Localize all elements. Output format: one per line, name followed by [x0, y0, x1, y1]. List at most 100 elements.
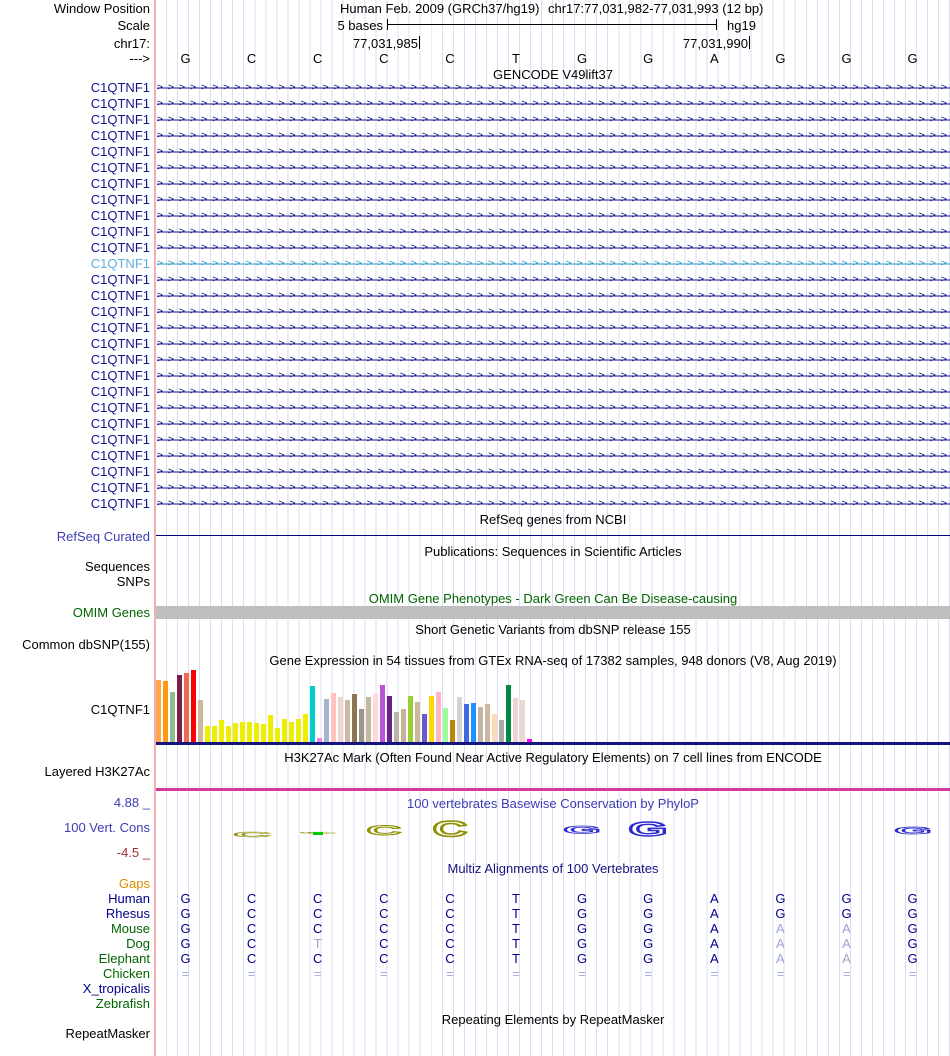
reference-base: G — [907, 51, 918, 66]
phylop-label[interactable]: 100 Vert. Cons — [0, 820, 150, 835]
reference-base: C — [312, 51, 323, 66]
gene-row[interactable]: C1QTNF1 >>>>>>>>>>>>>>>>>>>>>>>>>>>>>>>>>… — [0, 416, 950, 432]
gene-row[interactable]: C1QTNF1 >>>>>>>>>>>>>>>>>>>>>>>>>>>>>>>>>… — [0, 144, 950, 160]
gene-strand-line[interactable]: >>>>>>>>>>>>>>>>>>>>>>>>>>>>>>>>>>>>>>>>… — [157, 176, 950, 192]
gene-strand-line[interactable]: >>>>>>>>>>>>>>>>>>>>>>>>>>>>>>>>>>>>>>>>… — [157, 432, 950, 448]
species-label[interactable]: Chicken — [0, 966, 150, 981]
assembly-title: Human Feb. 2009 (GRCh37/hg19) — [340, 1, 540, 16]
species-label[interactable]: X_tropicalis — [0, 981, 150, 996]
gene-strand-line[interactable]: >>>>>>>>>>>>>>>>>>>>>>>>>>>>>>>>>>>>>>>>… — [157, 272, 950, 288]
dbsnp-label[interactable]: Common dbSNP(155) — [0, 637, 150, 652]
alignment-base: G — [180, 891, 191, 906]
gene-strand-line[interactable]: >>>>>>>>>>>>>>>>>>>>>>>>>>>>>>>>>>>>>>>>… — [157, 208, 950, 224]
species-label[interactable]: Dog — [0, 936, 150, 951]
alignment-base: G — [775, 891, 786, 906]
gtex-bar-chart[interactable] — [156, 670, 950, 742]
gene-strand-line[interactable]: >>>>>>>>>>>>>>>>>>>>>>>>>>>>>>>>>>>>>>>>… — [157, 192, 950, 208]
gtex-gene-label[interactable]: C1QTNF1 — [0, 702, 150, 717]
gene-row[interactable]: C1QTNF1 >>>>>>>>>>>>>>>>>>>>>>>>>>>>>>>>>… — [0, 160, 950, 176]
gaps-label[interactable]: Gaps — [0, 876, 150, 891]
phylop-max-label: 4.88 _ — [113, 795, 150, 810]
gene-strand-line[interactable]: >>>>>>>>>>>>>>>>>>>>>>>>>>>>>>>>>>>>>>>>… — [157, 112, 950, 128]
species-label[interactable]: Mouse — [0, 921, 150, 936]
gene-strand-line[interactable]: >>>>>>>>>>>>>>>>>>>>>>>>>>>>>>>>>>>>>>>>… — [157, 368, 950, 384]
gene-row[interactable]: C1QTNF1 >>>>>>>>>>>>>>>>>>>>>>>>>>>>>>>>>… — [0, 96, 950, 112]
gene-row[interactable]: C1QTNF1 >>>>>>>>>>>>>>>>>>>>>>>>>>>>>>>>>… — [0, 304, 950, 320]
gene-strand-line[interactable]: >>>>>>>>>>>>>>>>>>>>>>>>>>>>>>>>>>>>>>>>… — [157, 304, 950, 320]
gene-row[interactable]: C1QTNF1 >>>>>>>>>>>>>>>>>>>>>>>>>>>>>>>>>… — [0, 352, 950, 368]
repeatmasker-label[interactable]: RepeatMasker — [0, 1026, 150, 1041]
species-label[interactable]: Rhesus — [0, 906, 150, 921]
gene-strand-line[interactable]: >>>>>>>>>>>>>>>>>>>>>>>>>>>>>>>>>>>>>>>>… — [157, 96, 950, 112]
gene-row[interactable]: C1QTNF1 >>>>>>>>>>>>>>>>>>>>>>>>>>>>>>>>>… — [0, 176, 950, 192]
refseq-curated-label[interactable]: RefSeq Curated — [0, 529, 150, 544]
alignment-base: G — [907, 951, 918, 966]
gene-strand-line[interactable]: >>>>>>>>>>>>>>>>>>>>>>>>>>>>>>>>>>>>>>>>… — [157, 464, 950, 480]
gene-label: C1QTNF1 — [90, 208, 150, 223]
species-label[interactable]: Zebrafish — [0, 996, 150, 1011]
gene-strand-line[interactable]: >>>>>>>>>>>>>>>>>>>>>>>>>>>>>>>>>>>>>>>>… — [157, 336, 950, 352]
gene-strand-line[interactable]: >>>>>>>>>>>>>>>>>>>>>>>>>>>>>>>>>>>>>>>>… — [157, 416, 950, 432]
gene-strand-line[interactable]: >>>>>>>>>>>>>>>>>>>>>>>>>>>>>>>>>>>>>>>>… — [157, 128, 950, 144]
alignment-base: G — [841, 906, 852, 921]
gene-row[interactable]: C1QTNF1 >>>>>>>>>>>>>>>>>>>>>>>>>>>>>>>>>… — [0, 464, 950, 480]
publications-sequences-label[interactable]: Sequences — [0, 559, 150, 574]
gene-strand-line[interactable]: >>>>>>>>>>>>>>>>>>>>>>>>>>>>>>>>>>>>>>>>… — [157, 480, 950, 496]
omim-genes-label[interactable]: OMIM Genes — [0, 605, 150, 620]
h3k27ac-title: H3K27Ac Mark (Often Found Near Active Re… — [284, 750, 822, 765]
gene-row[interactable]: C1QTNF1 >>>>>>>>>>>>>>>>>>>>>>>>>>>>>>>>>… — [0, 448, 950, 464]
gene-row[interactable]: C1QTNF1 >>>>>>>>>>>>>>>>>>>>>>>>>>>>>>>>>… — [0, 384, 950, 400]
gene-strand-line[interactable]: >>>>>>>>>>>>>>>>>>>>>>>>>>>>>>>>>>>>>>>>… — [157, 400, 950, 416]
gene-row[interactable]: C1QTNF1 >>>>>>>>>>>>>>>>>>>>>>>>>>>>>>>>>… — [0, 80, 950, 96]
gene-strand-line[interactable]: >>>>>>>>>>>>>>>>>>>>>>>>>>>>>>>>>>>>>>>>… — [157, 288, 950, 304]
gene-row[interactable]: C1QTNF1 >>>>>>>>>>>>>>>>>>>>>>>>>>>>>>>>>… — [0, 368, 950, 384]
gene-row[interactable]: C1QTNF1 >>>>>>>>>>>>>>>>>>>>>>>>>>>>>>>>>… — [0, 240, 950, 256]
alignment-base: C — [312, 891, 323, 906]
publications-snps-label[interactable]: SNPs — [0, 574, 150, 589]
gene-row[interactable]: C1QTNF1 >>>>>>>>>>>>>>>>>>>>>>>>>>>>>>>>>… — [0, 288, 950, 304]
gene-row[interactable]: C1QTNF1 >>>>>>>>>>>>>>>>>>>>>>>>>>>>>>>>>… — [0, 128, 950, 144]
gene-label: C1QTNF1 — [90, 80, 150, 95]
phylop-logo-letter: C — [365, 823, 403, 839]
gene-row[interactable]: C1QTNF1 >>>>>>>>>>>>>>>>>>>>>>>>>>>>>>>>>… — [0, 112, 950, 128]
gene-row[interactable]: C1QTNF1 >>>>>>>>>>>>>>>>>>>>>>>>>>>>>>>>>… — [0, 224, 950, 240]
gene-row[interactable]: C1QTNF1 >>>>>>>>>>>>>>>>>>>>>>>>>>>>>>>>>… — [0, 256, 950, 272]
omim-genes-bar[interactable] — [156, 606, 950, 619]
gene-strand-line[interactable]: >>>>>>>>>>>>>>>>>>>>>>>>>>>>>>>>>>>>>>>>… — [157, 256, 950, 272]
gene-strand-line[interactable]: >>>>>>>>>>>>>>>>>>>>>>>>>>>>>>>>>>>>>>>>… — [157, 496, 950, 512]
gtex-bar — [275, 728, 280, 742]
gene-row[interactable]: C1QTNF1 >>>>>>>>>>>>>>>>>>>>>>>>>>>>>>>>>… — [0, 480, 950, 496]
phylop-logo-letter: G — [892, 825, 933, 837]
gene-strand-line[interactable]: >>>>>>>>>>>>>>>>>>>>>>>>>>>>>>>>>>>>>>>>… — [157, 80, 950, 96]
species-label[interactable]: Elephant — [0, 951, 150, 966]
gene-strand-line[interactable]: >>>>>>>>>>>>>>>>>>>>>>>>>>>>>>>>>>>>>>>>… — [157, 320, 950, 336]
refseq-curated-line[interactable] — [156, 535, 950, 536]
gtex-bar — [457, 697, 462, 742]
gene-row[interactable]: C1QTNF1 >>>>>>>>>>>>>>>>>>>>>>>>>>>>>>>>>… — [0, 336, 950, 352]
gtex-bar — [443, 708, 448, 742]
gene-row[interactable]: C1QTNF1 >>>>>>>>>>>>>>>>>>>>>>>>>>>>>>>>>… — [0, 320, 950, 336]
gtex-bar — [485, 704, 490, 742]
gene-row[interactable]: C1QTNF1 >>>>>>>>>>>>>>>>>>>>>>>>>>>>>>>>>… — [0, 400, 950, 416]
gene-strand-line[interactable]: >>>>>>>>>>>>>>>>>>>>>>>>>>>>>>>>>>>>>>>>… — [157, 144, 950, 160]
gene-strand-line[interactable]: >>>>>>>>>>>>>>>>>>>>>>>>>>>>>>>>>>>>>>>>… — [157, 240, 950, 256]
gene-row[interactable]: C1QTNF1 >>>>>>>>>>>>>>>>>>>>>>>>>>>>>>>>>… — [0, 432, 950, 448]
gene-row[interactable]: C1QTNF1 >>>>>>>>>>>>>>>>>>>>>>>>>>>>>>>>>… — [0, 208, 950, 224]
gene-strand-line[interactable]: >>>>>>>>>>>>>>>>>>>>>>>>>>>>>>>>>>>>>>>>… — [157, 384, 950, 400]
gtex-bar — [198, 700, 203, 742]
gtex-bar — [373, 694, 378, 742]
h3k27ac-label[interactable]: Layered H3K27Ac — [0, 764, 150, 779]
gene-strand-line[interactable]: >>>>>>>>>>>>>>>>>>>>>>>>>>>>>>>>>>>>>>>>… — [157, 224, 950, 240]
gtex-bar — [247, 722, 252, 742]
gene-row[interactable]: C1QTNF1 >>>>>>>>>>>>>>>>>>>>>>>>>>>>>>>>>… — [0, 272, 950, 288]
gene-strand-line[interactable]: >>>>>>>>>>>>>>>>>>>>>>>>>>>>>>>>>>>>>>>>… — [157, 448, 950, 464]
gene-row[interactable]: C1QTNF1 >>>>>>>>>>>>>>>>>>>>>>>>>>>>>>>>>… — [0, 496, 950, 512]
gene-row[interactable]: C1QTNF1 >>>>>>>>>>>>>>>>>>>>>>>>>>>>>>>>>… — [0, 192, 950, 208]
gene-strand-line[interactable]: >>>>>>>>>>>>>>>>>>>>>>>>>>>>>>>>>>>>>>>>… — [157, 352, 950, 368]
gene-label: C1QTNF1 — [90, 480, 150, 495]
gene-label: C1QTNF1 — [90, 144, 150, 159]
gene-strand-line[interactable]: >>>>>>>>>>>>>>>>>>>>>>>>>>>>>>>>>>>>>>>>… — [157, 160, 950, 176]
gtex-bar — [219, 720, 224, 742]
alignment-base: A — [776, 936, 785, 951]
species-label[interactable]: Human — [0, 891, 150, 906]
